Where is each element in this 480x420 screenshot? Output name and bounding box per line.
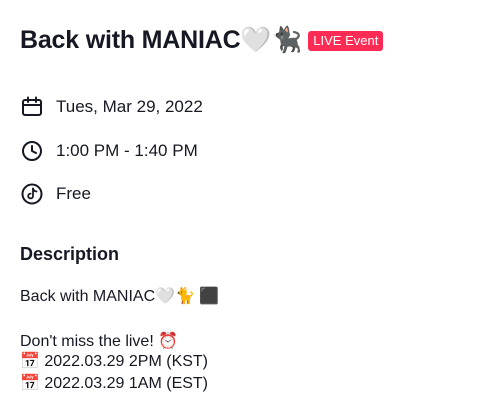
description-line: 📅 2022.03.29 2PM (KST) (20, 353, 209, 370)
description-heading: Description (20, 244, 120, 264)
event-time-row: 1:00 PM - 1:40 PM (20, 138, 198, 164)
event-price-row: Free (20, 181, 91, 207)
description-line: Back with MANIAC🤍🐈 ⬛ (20, 288, 220, 305)
event-time: 1:00 PM - 1:40 PM (56, 141, 198, 160)
event-date: Tues, Mar 29, 2022 (56, 97, 203, 116)
calendar-icon (20, 95, 44, 119)
event-title-row: Back with MANIAC🤍🐈‍⬛ LIVE Event (20, 26, 384, 55)
live-event-badge: LIVE Event (308, 30, 384, 51)
event-price: Free (56, 184, 91, 203)
event-card: Back with MANIAC🤍🐈‍⬛ LIVE Event Tues, Ma… (0, 0, 480, 420)
event-date-row: Tues, Mar 29, 2022 (20, 94, 203, 120)
clock-icon (20, 139, 44, 163)
tiktok-icon (20, 182, 44, 206)
description-line: Don't miss the live! ⏰ (20, 333, 179, 350)
description-line: 📅 2022.03.29 1AM (EST) (20, 375, 209, 392)
event-title: Back with MANIAC🤍🐈‍⬛ (20, 26, 303, 54)
